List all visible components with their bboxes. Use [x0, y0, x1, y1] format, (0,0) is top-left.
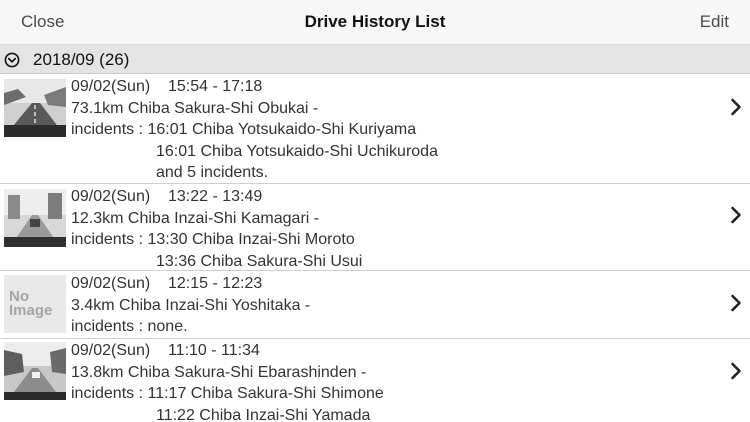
month-section-header[interactable]: 2018/09 (26): [0, 45, 750, 74]
row-text: 09/02(Sun) 11:10 - 11:34 13.8km Chiba Sa…: [71, 340, 384, 422]
incidents-label: incidents :: [71, 385, 144, 402]
navigation-bar: Close Drive History List Edit: [0, 0, 750, 45]
incident-item: 13:30 Chiba Inzai-Shi Moroto: [147, 231, 355, 248]
drive-route: 13.8km Chiba Sakura-Shi Ebarashinden -: [71, 363, 367, 381]
incident-item: 16:01 Chiba Yotsukaido-Shi Uchikuroda: [156, 142, 438, 160]
edit-button[interactable]: Edit: [700, 12, 729, 32]
page-title: Drive History List: [304, 12, 446, 31]
drive-route: 3.4km Chiba Inzai-Shi Yoshitaka -: [71, 296, 311, 314]
row-text: 09/02(Sun) 15:54 - 17:18 73.1km Chiba Sa…: [71, 76, 438, 184]
drive-history-row[interactable]: 09/02(Sun) 11:10 - 11:34 13.8km Chiba Sa…: [0, 339, 750, 422]
drive-thumbnail: [4, 342, 66, 400]
row-text: 09/02(Sun) 13:22 - 13:49 12.3km Chiba In…: [71, 186, 362, 272]
incident-item: 16:01 Chiba Yotsukaido-Shi Kuriyama: [147, 121, 417, 138]
no-image-placeholder: No Image: [9, 288, 53, 319]
drive-date: 09/02(Sun): [71, 78, 151, 95]
drive-date: 09/02(Sun): [71, 188, 151, 205]
drive-thumbnail: [4, 79, 66, 137]
drive-route: 73.1km Chiba Sakura-Shi Obukai -: [71, 99, 319, 117]
drive-date: 09/02(Sun): [71, 275, 151, 292]
circle-chevron-down-icon[interactable]: [4, 52, 20, 68]
no-image-thumbnail: No Image: [4, 275, 66, 333]
incident-item: 11:22 Chiba Inzai-Shi Yamada: [156, 406, 371, 422]
drive-thumbnail: [4, 189, 66, 247]
section-label: 2018/09 (26): [33, 50, 130, 69]
incident-item: 13:36 Chiba Sakura-Shi Usui: [156, 252, 363, 270]
chevron-right-icon[interactable]: [730, 294, 742, 312]
drive-time: 13:22 - 13:49: [167, 188, 263, 205]
drive-history-row[interactable]: 09/02(Sun) 13:22 - 13:49 12.3km Chiba In…: [0, 184, 750, 271]
incident-item: 11:17 Chiba Sakura-Shi Shimone: [147, 385, 384, 402]
drive-time: 11:10 - 11:34: [167, 342, 260, 359]
drive-date: 09/02(Sun): [71, 342, 151, 359]
incidents-label: incidents :: [71, 318, 144, 335]
incidents-label: incidents :: [71, 121, 144, 138]
incident-item: and 5 incidents.: [156, 164, 269, 181]
chevron-right-icon[interactable]: [730, 206, 742, 224]
incident-item: none.: [147, 318, 188, 335]
drive-history-row[interactable]: No Image 09/02(Sun) 12:15 - 12:23 3.4km …: [0, 271, 750, 339]
drive-time: 12:15 - 12:23: [167, 275, 263, 292]
drive-history-row[interactable]: 09/02(Sun) 15:54 - 17:18 73.1km Chiba Sa…: [0, 74, 750, 184]
incidents-label: incidents :: [71, 231, 144, 248]
row-text: 09/02(Sun) 12:15 - 12:23 3.4km Chiba Inz…: [71, 273, 310, 338]
drive-time: 15:54 - 17:18: [167, 78, 263, 95]
drive-route: 12.3km Chiba Inzai-Shi Kamagari -: [71, 209, 320, 227]
chevron-right-icon[interactable]: [730, 98, 742, 116]
chevron-right-icon[interactable]: [730, 362, 742, 380]
